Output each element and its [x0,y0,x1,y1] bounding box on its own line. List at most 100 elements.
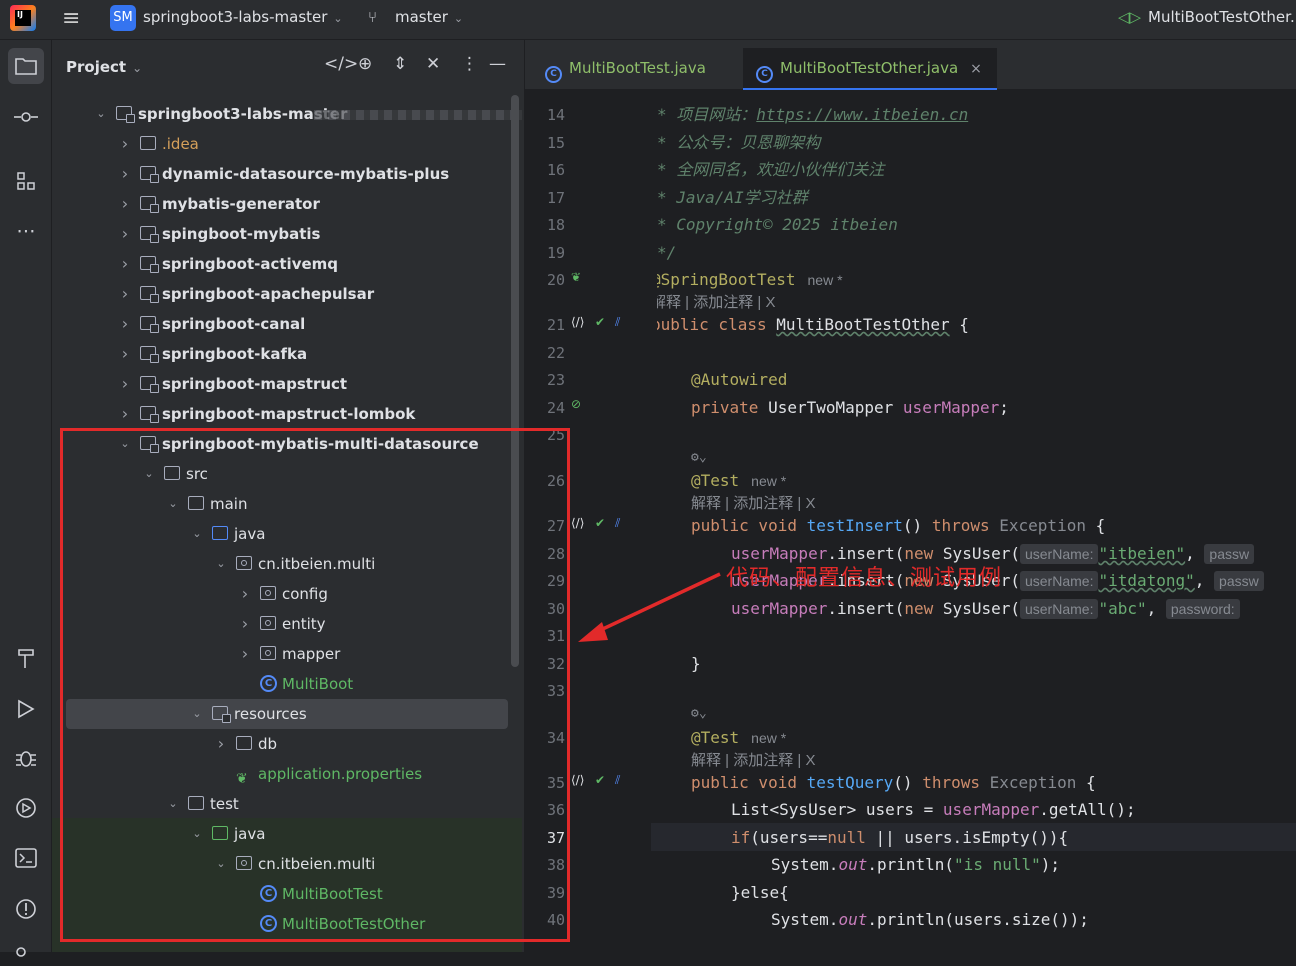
code-nav-icon[interactable]: ⟨/⟩ [571,516,584,530]
chevron-right-icon[interactable]: › [118,309,132,339]
chevron-down-icon[interactable]: ⌄ [94,99,108,129]
tree-item[interactable]: ❦ application.properties [52,759,522,789]
tree-item[interactable]: ⌄ src [52,459,522,489]
ai-action-links[interactable]: 解释 | 添加注释 | X [657,291,775,312]
chevron-down-icon[interactable]: ⌄ [142,459,156,489]
collapse-all-icon[interactable]: ✕ [426,54,440,74]
chevron-right-icon[interactable]: › [118,129,132,159]
ai-icon[interactable]: ⫽ [615,773,620,788]
intellij-logo-icon[interactable]: IJ [10,5,36,31]
tree-item[interactable]: › mapper [52,639,522,669]
chevron-right-icon[interactable]: › [118,219,132,249]
run-test-icon[interactable]: ✔ [595,516,605,530]
ai-icon[interactable]: ⫽ [615,315,620,330]
version-control-icon[interactable] [12,938,40,966]
ai-action-links[interactable]: 解释 | 添加注释 | X [691,749,815,770]
tree-item[interactable]: › springboot-activemq [52,249,522,279]
hide-panel-icon[interactable]: — [489,54,506,74]
ai-icon[interactable]: ⫽ [615,516,620,531]
terminal-icon[interactable] [12,844,40,872]
tree-item[interactable]: › dynamic-datasource-mybatis-plus [52,159,522,189]
project-folder-icon[interactable] [8,48,44,84]
run-config-name[interactable]: MultiBootTestOther. [1148,8,1295,26]
chevron-down-icon[interactable]: ⌄ [214,549,228,579]
chevron-right-icon[interactable]: › [118,369,132,399]
chevron-right-icon[interactable]: › [238,579,252,609]
select-opened-file-icon[interactable]: ⊕ [358,54,372,74]
code-view[interactable]: * 项目网站：https://www.itbeien.cn * 公众号：贝恩聊架… [657,90,1296,952]
chevron-down-icon[interactable]: ⌄ [118,429,132,459]
services-icon[interactable] [12,794,40,822]
run-icon[interactable] [12,695,40,723]
code-navigation-icon[interactable]: </> [324,54,358,74]
tree-item[interactable]: C MultiBoot [52,669,522,699]
chevron-down-icon[interactable]: ⌄ [214,849,228,879]
tree-item[interactable]: › entity [52,609,522,639]
build-hammer-icon[interactable] [12,644,40,672]
chevron-right-icon[interactable]: › [238,639,252,669]
tree-item[interactable]: ⌄ java [52,819,522,849]
tree-item[interactable]: ⌄ springboot3-labs-master [52,99,522,129]
chevron-right-icon[interactable]: › [118,279,132,309]
tree-item[interactable]: ⌄ test [52,789,522,819]
tree-item[interactable]: › .idea [52,129,522,159]
tree-item[interactable]: › springboot-kafka [52,339,522,369]
keyword: null [827,828,866,847]
tree-item[interactable]: ⌄ resources [66,699,508,729]
tree-item[interactable]: ⌄ java [52,519,522,549]
tree-item[interactable]: › db [52,729,522,759]
tree-item[interactable]: ⌄ cn.itbeien.multi [52,549,522,579]
options-menu-icon[interactable]: ⋮ [461,54,478,74]
tree-item[interactable]: › config [52,579,522,609]
tree-scrollbar[interactable] [511,95,519,667]
springboottest-annotation: @SpringBootTest [657,270,796,289]
code-nav-icon[interactable]: ⟨/⟩ [571,315,584,329]
commit-icon[interactable] [12,103,40,131]
structure-icon[interactable] [12,167,40,195]
code-vision-gear-icon[interactable]: ⚙⌄ [691,447,707,469]
autowired-bean-icon[interactable]: ⊘ [571,397,581,411]
close-tab-icon[interactable]: × [970,61,982,77]
debug-bug-icon[interactable] [12,744,40,772]
run-test-icon[interactable]: ✔ [595,315,605,329]
site-link[interactable]: https://www.itbeien.cn [756,105,968,124]
tree-item[interactable]: › springboot-canal [52,309,522,339]
tree-item[interactable]: C MultiBootTest [52,879,522,909]
hamburger-menu-icon[interactable]: ≡ [62,6,80,31]
code-vision-gear-icon[interactable]: ⚙⌄ [691,703,707,725]
code-nav-icon[interactable]: ⟨/⟩ [571,773,584,787]
tree-item[interactable]: › springboot-mapstruct-lombok [52,399,522,429]
tab-multiboottestother[interactable]: C MultiBootTestOther.java × [743,48,997,90]
more-tools-icon[interactable]: ⋯ [12,217,40,245]
tree-item[interactable]: ⌄ cn.itbeien.multi [52,849,522,879]
branch-switcher[interactable]: master ⌄ [395,8,463,26]
chevron-right-icon[interactable]: › [238,609,252,639]
chevron-down-icon[interactable]: ⌄ [166,489,180,519]
tree-item[interactable]: ⌄ springboot-mybatis-multi-datasource [52,429,522,459]
chevron-down-icon[interactable]: ⌄ [190,519,204,549]
chevron-down-icon[interactable]: ⌄ [190,819,204,849]
tree-item[interactable]: › springboot-mapstruct [52,369,522,399]
chevron-right-icon[interactable]: › [118,189,132,219]
chevron-down-icon[interactable]: ⌄ [166,789,180,819]
tree-item[interactable]: › springboot-apachepulsar [52,279,522,309]
tree-item[interactable]: C MultiBootTestOther [52,909,522,939]
tree-item[interactable]: › spingboot-mybatis [52,219,522,249]
run-test-icon[interactable]: ✔ [595,773,605,787]
tree-item[interactable]: ⌄ main [52,489,522,519]
expand-all-icon[interactable]: ⇕ [393,54,407,74]
tree-item[interactable]: › mybatis-generator [52,189,522,219]
spring-bean-icon[interactable]: ❦ [571,270,581,284]
chevron-down-icon[interactable]: ⌄ [190,699,204,729]
chevron-right-icon[interactable]: › [118,339,132,369]
chevron-right-icon[interactable]: › [118,249,132,279]
project-panel-title[interactable]: Project ⌄ [66,58,142,76]
chevron-right-icon[interactable]: › [214,729,228,759]
tab-multiboottest[interactable]: C MultiBootTest.java [537,48,714,90]
ai-action-links[interactable]: 解释 | 添加注释 | X [691,492,815,513]
problems-icon[interactable] [12,895,40,923]
chevron-right-icon[interactable]: › [118,159,132,189]
project-badge[interactable]: SM [110,5,136,31]
project-switcher[interactable]: springboot3-labs-master ⌄ [143,8,343,26]
chevron-right-icon[interactable]: › [118,399,132,429]
